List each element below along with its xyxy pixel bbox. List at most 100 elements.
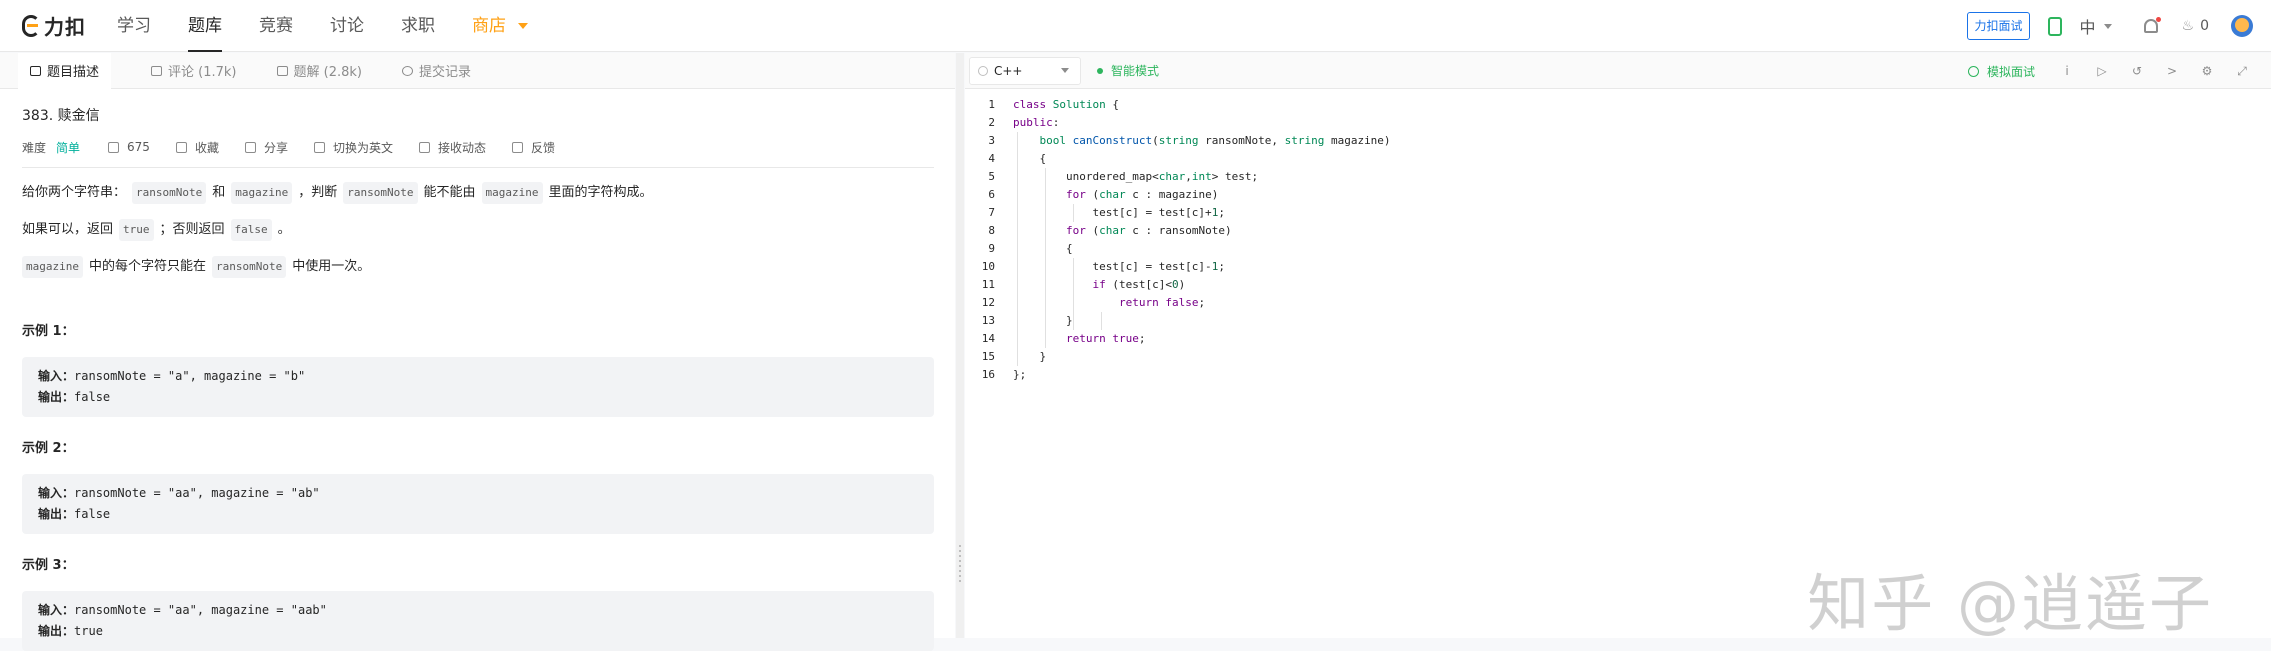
example-output: false [74, 507, 111, 521]
description-paragraph: magazine 中的每个字符只能在 ransomNote 中使用一次。 [22, 256, 933, 278]
translate-icon [313, 141, 325, 153]
text: 中的每个字符只能在 [88, 259, 206, 274]
switch-english-button[interactable]: 切换为英文 [313, 139, 393, 156]
code-line: test[c] = test[c]+1; [1013, 206, 1225, 219]
code-line: if (test[c]<0) [1092, 278, 1186, 291]
example-input: ransomNote = "aa", magazine = "aab" [74, 603, 327, 617]
line-number: 10 [981, 260, 995, 273]
language-switcher[interactable]: 中 [2080, 14, 2112, 38]
text: 。 [277, 222, 291, 237]
example-box: 输入：ransomNote = "aa", magazine = "aab" 输… [22, 591, 934, 651]
language-label: 中 [2079, 18, 2096, 37]
share-button[interactable]: 分享 [244, 139, 288, 156]
problem-panel: 题目描述 评论 (1.7k) 题解 (2.8k) 提交记录 383. 赎金信 难… [0, 52, 955, 651]
info-icon [978, 65, 988, 76]
nav-item-shop[interactable]: 商店 [472, 0, 528, 52]
input-label: 输入： [38, 603, 75, 617]
chevron-down-icon [2103, 23, 2112, 29]
code-line: return false; [1118, 296, 1206, 309]
line-number: 4 [988, 152, 995, 165]
feedback-button[interactable]: 反馈 [512, 139, 555, 156]
code-line: test[c] = test[c]-1; [1013, 260, 1225, 273]
bell-icon [418, 141, 430, 153]
example-box: 输入：ransomNote = "a", magazine = "b" 输出：f… [22, 357, 934, 417]
tab-submissions[interactable]: 提交记录 [401, 53, 471, 89]
description-paragraph: 给你两个字符串： ransomNote 和 magazine ，判断 ransomNote… [22, 182, 933, 204]
info-icon[interactable]: i [2061, 65, 2073, 77]
inline-code: magazine [481, 182, 543, 204]
output-label: 输出： [38, 390, 75, 404]
nav-item-discuss[interactable]: 讨论 [330, 0, 364, 52]
tab-description[interactable]: 题目描述 [18, 52, 112, 89]
difficulty-badge: 简单 [56, 140, 81, 155]
text: 和 [212, 185, 226, 200]
subscribe-label: 接收动态 [437, 140, 486, 155]
example-output: true [74, 624, 103, 638]
input-label: 输入： [38, 486, 75, 500]
run-icon[interactable]: ▷ [2096, 65, 2108, 77]
description-icon [30, 65, 41, 76]
input-label: 输入： [38, 369, 75, 383]
feedback-label: 反馈 [531, 140, 556, 155]
settings-icon[interactable]: ⚙ [2201, 65, 2213, 77]
output-label: 输出： [38, 507, 75, 521]
line-number: 5 [988, 170, 995, 183]
clock-icon [401, 65, 413, 76]
mock-interview-button[interactable]: 模拟面试 [1967, 63, 2035, 80]
inline-code: magazine [231, 182, 293, 204]
subscribe-button[interactable]: 接收动态 [418, 139, 486, 156]
tab-solutions[interactable]: 题解 (2.8k) [276, 53, 362, 89]
line-number: 12 [981, 296, 995, 309]
line-number: 6 [988, 188, 995, 201]
top-navbar: 力扣 学习 题库 竞赛 讨论 求职 商店 力扣面试 中 ♨ 0 [0, 0, 2271, 52]
divider [22, 167, 934, 168]
editor-toolbar: C++ 智能模式 模拟面试 i ▷ ↺ > ⚙ ⤢ [965, 53, 2271, 89]
shop-label: 商店 [472, 15, 506, 36]
nav-item-contest[interactable]: 竞赛 [259, 0, 293, 52]
like-count: 675 [127, 140, 150, 154]
code-line: for (char c : magazine) [1065, 188, 1219, 201]
difficulty-label: 难度 [22, 140, 47, 155]
tab-label: 题目描述 [47, 65, 100, 80]
editor-panel: C++ 智能模式 模拟面试 i ▷ ↺ > ⚙ ⤢ 1 2 3 4 5 6 7 … [965, 53, 2271, 640]
tab-label: 题解 (2.8k) [293, 65, 362, 80]
inline-code: true [119, 219, 154, 241]
logo-text: 力扣 [44, 15, 86, 39]
interview-button[interactable]: 力扣面试 [1967, 12, 2030, 40]
tab-label: 评论 (1.7k) [168, 65, 237, 80]
nav-item-problemset[interactable]: 题库 [188, 0, 222, 52]
comment-icon [151, 65, 163, 76]
example-title: 示例 1： [22, 324, 75, 339]
inline-code: ransomNote [212, 256, 287, 278]
text: 中使用一次。 [292, 259, 371, 274]
problem-title: 383. 赎金信 [22, 108, 100, 124]
inline-code: ransomNote [132, 182, 207, 204]
notification-bell-icon[interactable] [2143, 17, 2161, 33]
drag-handle-icon [959, 545, 961, 585]
indent-guide [1101, 312, 1102, 330]
collect-button[interactable]: 收藏 [175, 139, 219, 156]
console-icon[interactable]: > [2166, 65, 2178, 77]
smart-mode-toggle[interactable]: 智能模式 [1097, 62, 1159, 79]
reset-icon[interactable]: ↺ [2131, 65, 2143, 77]
nav-item-jobs[interactable]: 求职 [401, 0, 435, 52]
fire-icon[interactable]: ♨ [2182, 18, 2195, 34]
chevron-down-icon [1060, 68, 1069, 73]
share-label: 分享 [263, 140, 288, 155]
mobile-app-icon[interactable] [2047, 16, 2062, 36]
language-select[interactable]: C++ [969, 56, 1081, 85]
code-line: { [1013, 152, 1047, 165]
nav-item-learn[interactable]: 学习 [117, 0, 151, 52]
example-input: ransomNote = "a", magazine = "b" [74, 369, 306, 383]
avatar[interactable] [2231, 15, 2253, 37]
code-line: } [1013, 314, 1073, 327]
line-number: 9 [988, 242, 995, 255]
like-button[interactable]: 675 [108, 140, 150, 154]
panel-splitter[interactable] [956, 53, 964, 638]
fullscreen-icon[interactable]: ⤢ [2236, 65, 2248, 77]
inline-code: false [230, 219, 272, 241]
line-number: 13 [981, 314, 995, 327]
line-number: 8 [988, 224, 995, 237]
tab-comments[interactable]: 评论 (1.7k) [151, 53, 237, 89]
logo[interactable]: 力扣 [22, 11, 117, 40]
